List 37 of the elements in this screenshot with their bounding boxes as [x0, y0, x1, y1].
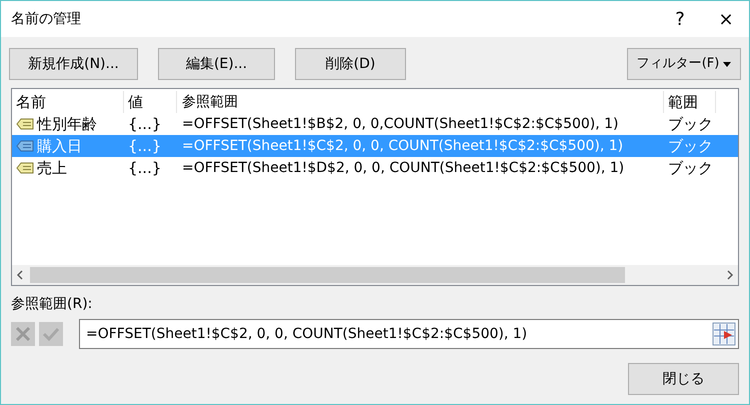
close-dialog-button[interactable]: 閉じる [628, 363, 739, 395]
close-button[interactable]: × [703, 1, 749, 37]
check-icon[interactable] [39, 322, 63, 346]
formula-text: =OFFSET(Sheet1!$C$2, 0, 0, COUNT(Sheet1!$C$2:$C$500), 1) [181, 136, 624, 156]
name-row[interactable]: 性別年齢 {...} =OFFSET(Sheet1!$B$2, 0, 0,COUNT(Sheet1!$C$2:$C$500), 1) ブック [12, 113, 738, 135]
column-header[interactable]: 範囲 [664, 91, 716, 113]
range-select-icon[interactable] [712, 322, 736, 346]
toolbar-button[interactable]: 新規作成(N)... [9, 48, 138, 80]
tag-icon [16, 118, 34, 130]
help-button[interactable]: ? [657, 1, 703, 37]
scope-text: ブック [667, 136, 714, 157]
scrollbar-thumb[interactable] [30, 267, 625, 283]
window-title: 名前の管理 [11, 10, 82, 28]
name-row[interactable]: 売上 {...} =OFFSET(Sheet1!$D$2, 0, 0, COUNT(Sheet1!$C$2:$C$500), 1) ブック [12, 157, 738, 179]
refers-to-field[interactable]: =OFFSET(Sheet1!$C$2, 0, 0, COUNT(Sheet1!$C$2:$C$500), 1) [79, 319, 739, 349]
scope-text: ブック [667, 158, 714, 179]
formula-text: =OFFSET(Sheet1!$B$2, 0, 0,COUNT(Sheet1!$C$2:$C$500), 1) [181, 114, 620, 134]
value-text: {...} [127, 114, 162, 135]
column-header[interactable]: 名前 [12, 91, 124, 113]
filter-button[interactable]: フィルター(F) [627, 48, 741, 80]
toolbar-button[interactable]: 削除(D) [295, 48, 406, 80]
caret-icon [723, 62, 732, 66]
column-header[interactable]: 参照範囲 [177, 91, 664, 113]
refers-to-label: 参照範囲(R): [11, 296, 92, 312]
tag-icon [16, 162, 34, 174]
cancel-icon[interactable] [11, 322, 35, 346]
value-text: {...} [127, 158, 162, 179]
name-text: 購入日 [37, 136, 82, 157]
name-text: 売上 [37, 158, 67, 179]
tag-icon [16, 140, 34, 152]
column-header[interactable]: 値 [124, 91, 177, 113]
formula-text: =OFFSET(Sheet1!$D$2, 0, 0, COUNT(Sheet1!$C$2:$C$500), 1) [181, 158, 626, 178]
toolbar-button[interactable]: 編集(E)... [158, 48, 275, 80]
scope-text: ブック [667, 114, 714, 135]
value-text: {...} [127, 136, 162, 157]
horizontal-scrollbar[interactable] [12, 265, 738, 285]
name-text: 性別年齢 [37, 114, 97, 135]
